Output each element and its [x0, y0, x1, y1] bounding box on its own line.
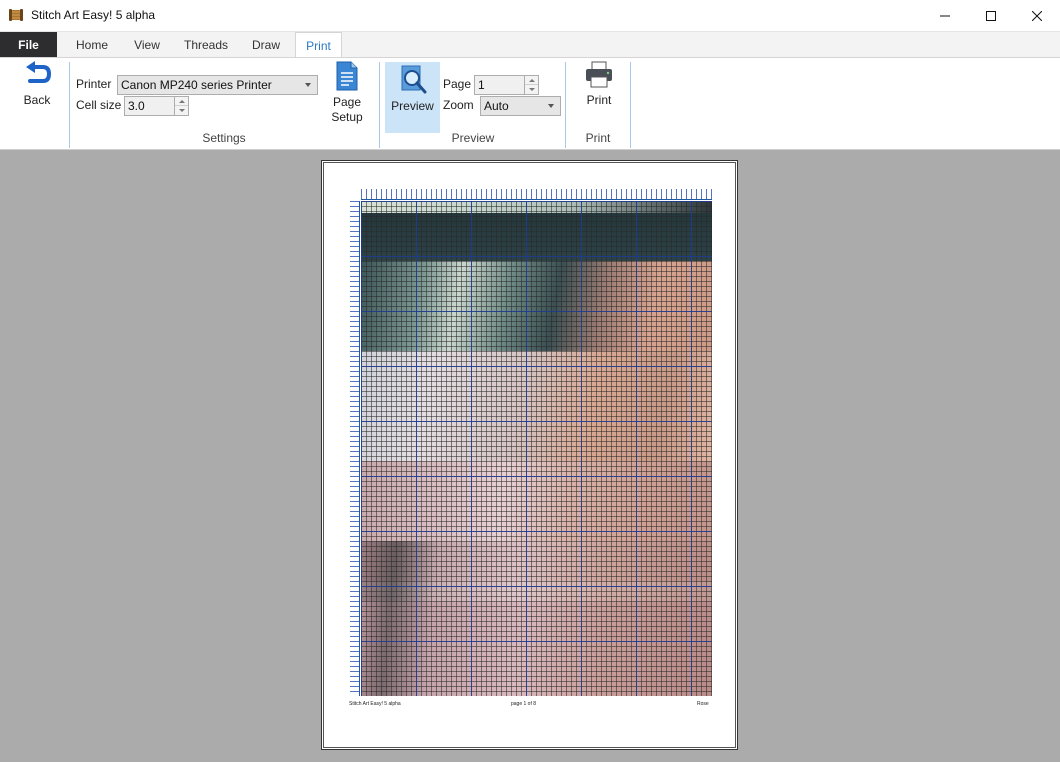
- preview-button[interactable]: Preview: [385, 62, 440, 133]
- zoom-value: Auto: [484, 99, 509, 113]
- page-number-value: 1: [478, 78, 485, 92]
- page-footer-center: page 1 of 8: [511, 701, 537, 707]
- window-title: Stitch Art Easy! 5 alpha: [31, 8, 156, 22]
- page-setup-label-line1: Page: [332, 95, 361, 109]
- chevron-down-icon: [305, 83, 311, 87]
- group-separator: [379, 62, 380, 148]
- group-separator: [630, 62, 631, 148]
- cell-size-stepper[interactable]: [174, 96, 189, 116]
- page-footer-right: Rose: [697, 701, 709, 707]
- tab-view[interactable]: View: [125, 32, 169, 57]
- column-number-ruler: [361, 189, 712, 200]
- tab-draw[interactable]: Draw: [244, 32, 288, 57]
- page-setup-button[interactable]: Page Setup: [326, 61, 368, 129]
- print-button[interactable]: Print: [578, 61, 620, 116]
- stitch-pattern-grid: [361, 201, 712, 696]
- close-button[interactable]: [1014, 0, 1060, 31]
- page-border: Stitch Art Easy! 5 alpha page 1 of 8 Ros…: [323, 162, 736, 748]
- page-setup-label: Page Setup: [331, 95, 362, 125]
- maximize-icon: [986, 10, 996, 21]
- ribbon-tab-bar: File Home View Threads Draw Print: [0, 32, 1060, 58]
- preview-group-label: Preview: [451, 131, 495, 145]
- maximize-button[interactable]: [968, 0, 1014, 31]
- printer-select[interactable]: Canon MP240 series Printer: [117, 75, 318, 95]
- stepper-down-icon[interactable]: [175, 106, 188, 115]
- title-bar: Stitch Art Easy! 5 alpha: [0, 0, 1060, 32]
- page-number-stepper[interactable]: [524, 75, 539, 95]
- zoom-select[interactable]: Auto: [480, 96, 561, 116]
- stepper-up-icon[interactable]: [175, 97, 188, 106]
- zoom-label: Zoom: [443, 98, 474, 112]
- printer-label: Printer: [76, 77, 112, 91]
- print-group-label: Print: [585, 131, 611, 145]
- print-label: Print: [586, 93, 612, 107]
- page-number-input[interactable]: 1: [474, 75, 525, 95]
- chevron-down-icon: [548, 104, 554, 108]
- preview-page: Stitch Art Easy! 5 alpha page 1 of 8 Ros…: [321, 160, 738, 750]
- app-thread-spool-icon: [8, 8, 25, 22]
- stepper-down-icon[interactable]: [525, 85, 538, 94]
- back-arrow-icon: [26, 61, 52, 83]
- printer-icon: [586, 61, 612, 88]
- group-separator: [565, 62, 566, 148]
- cell-size-input[interactable]: 3.0: [124, 96, 175, 116]
- tab-threads[interactable]: Threads: [178, 32, 234, 57]
- stepper-up-icon[interactable]: [525, 76, 538, 85]
- back-button[interactable]: Back: [14, 61, 60, 116]
- cell-size-label: Cell size: [76, 98, 122, 112]
- major-grid-lines: [361, 201, 712, 696]
- close-icon: [1032, 10, 1042, 21]
- cell-size-value: 3.0: [128, 99, 145, 113]
- minimize-button[interactable]: [922, 0, 968, 31]
- back-label: Back: [23, 93, 51, 107]
- cross-stitch-chart: [350, 189, 714, 701]
- settings-group-label: Settings: [202, 131, 246, 145]
- page-setup-label-line2: Setup: [331, 110, 363, 124]
- page-setup-icon: [336, 61, 358, 91]
- tab-print[interactable]: Print: [295, 32, 342, 58]
- printer-value: Canon MP240 series Printer: [121, 78, 272, 92]
- tab-file[interactable]: File: [0, 32, 57, 57]
- row-number-ruler: [350, 201, 360, 696]
- print-preview-area[interactable]: Stitch Art Easy! 5 alpha page 1 of 8 Ros…: [0, 151, 1060, 762]
- page-footer-left: Stitch Art Easy! 5 alpha: [349, 701, 401, 707]
- ribbon-panel: Back Printer Canon MP240 series Printer …: [0, 57, 1060, 150]
- minimize-icon: [940, 15, 950, 16]
- page-label: Page: [443, 77, 472, 91]
- group-separator: [69, 62, 70, 148]
- preview-label: Preview: [391, 99, 434, 113]
- tab-home[interactable]: Home: [68, 32, 116, 57]
- magnifier-page-icon: [401, 65, 426, 94]
